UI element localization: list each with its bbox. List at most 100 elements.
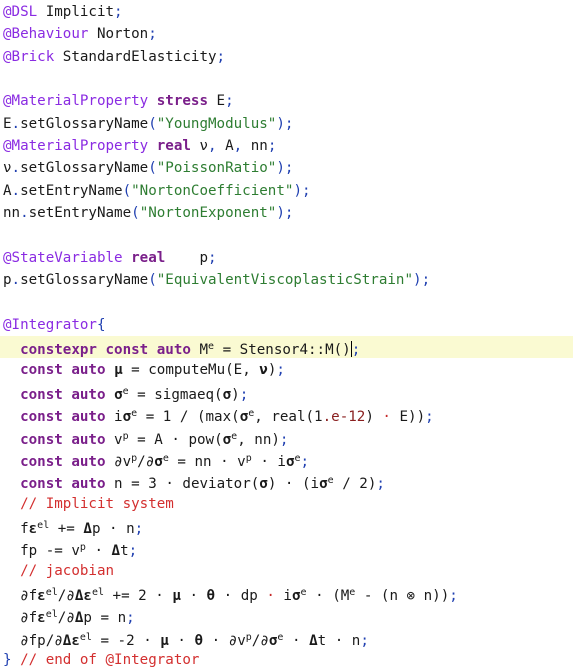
code-token: setGlossaryName xyxy=(20,115,149,132)
code-token: ) xyxy=(231,386,240,403)
code-token: ε xyxy=(28,521,38,538)
code-token: A xyxy=(3,182,12,199)
code-line[interactable]: E.setGlossaryName("YoungModulus"); xyxy=(0,113,573,135)
code-line[interactable]: const auto vp = A · pow(σe, nn); xyxy=(0,426,573,448)
code-line[interactable]: @Brick StandardElasticity; xyxy=(0,46,573,68)
code-token: Δ xyxy=(111,543,121,560)
code-token: ; xyxy=(128,543,138,560)
code-line[interactable]: const auto iσe = 1 / (max(σe, real(1.e-1… xyxy=(0,403,573,425)
code-line[interactable]: ∂fεel/∂Δεel += 2 · μ · θ · dp · iσe · (M… xyxy=(0,582,573,604)
code-token: i xyxy=(105,409,123,426)
code-line[interactable] xyxy=(0,68,573,90)
code-token: n xyxy=(117,521,135,538)
code-token: /∂ xyxy=(137,454,155,470)
code-token: pow( xyxy=(179,431,223,448)
code-token: (M xyxy=(323,588,350,605)
code-token: const auto xyxy=(20,361,106,378)
code-token: σ xyxy=(239,409,249,426)
code-line[interactable]: fp -= vp · Δt; xyxy=(0,537,573,559)
code-token: const auto xyxy=(20,409,106,426)
code-line[interactable]: const auto σe = sigmaeq(σ); xyxy=(0,381,573,403)
code-token: el xyxy=(37,520,50,532)
code-line[interactable]: p.setGlossaryName("EquivalentViscoplasti… xyxy=(0,269,573,291)
code-line[interactable]: A.setEntryName("NortonCoefficient"); xyxy=(0,180,573,202)
code-token: ε xyxy=(37,588,46,605)
code-token: σ xyxy=(319,476,328,493)
code-line[interactable]: ν.setGlossaryName("PoissonRatio"); xyxy=(0,157,573,179)
code-token: ; xyxy=(449,588,458,605)
code-token: p xyxy=(91,521,110,538)
code-token: · xyxy=(334,632,344,649)
code-line[interactable]: constexpr const auto Me = Stensor4::M(); xyxy=(0,336,573,359)
code-line[interactable]: const auto n = 3 · deviator(σ) · (iσe / … xyxy=(0,470,573,492)
code-token: · xyxy=(109,521,118,538)
code-token: n = 3 xyxy=(105,476,166,493)
code-line[interactable]: nn.setEntryName("NortonExponent"); xyxy=(0,202,573,224)
code-line[interactable] xyxy=(0,292,573,314)
code-token: · xyxy=(260,454,269,470)
code-token: ; xyxy=(134,521,144,538)
code-token: ) xyxy=(276,160,285,177)
code-line[interactable]: @Behaviour Norton; xyxy=(0,23,573,45)
code-token: E)) xyxy=(390,409,426,426)
code-token: Implicit xyxy=(37,4,115,20)
code-token: real xyxy=(131,249,166,266)
code-line[interactable] xyxy=(0,225,573,247)
code-token: real xyxy=(156,138,191,155)
code-token: E xyxy=(3,115,12,132)
code-line[interactable]: @MaterialProperty real ν, A, nn; xyxy=(0,135,573,157)
code-line[interactable]: @StateVariable real p; xyxy=(0,247,573,269)
code-token: .e-12 xyxy=(322,409,366,426)
code-token: @MaterialProperty xyxy=(3,93,157,110)
code-token: ) xyxy=(276,115,285,132)
code-token: Δ xyxy=(309,632,318,649)
code-token: ; xyxy=(148,26,157,43)
code-token: · xyxy=(223,588,233,605)
code-line[interactable]: } // end of @Integrator xyxy=(0,649,573,671)
code-line[interactable]: ∂fεel/∂Δp = n; xyxy=(0,604,573,626)
code-token: = computeMu(E, xyxy=(122,361,260,378)
code-token: const auto xyxy=(20,454,106,470)
code-token: v xyxy=(228,454,246,470)
code-line[interactable]: @DSL Implicit; xyxy=(0,1,573,23)
code-token: / 2) xyxy=(333,476,377,493)
code-line[interactable]: fεel += Δp · n; xyxy=(0,515,573,537)
code-line[interactable]: @Integrator{ xyxy=(0,314,573,336)
code-token: v xyxy=(105,431,123,448)
code-token: (i xyxy=(293,476,320,493)
code-token: A xyxy=(216,138,234,155)
code-editor[interactable]: @DSL Implicit; @Behaviour Norton; @Brick S… xyxy=(0,0,573,668)
code-token: @Brick xyxy=(3,48,55,65)
code-token: = A xyxy=(128,431,172,448)
code-line[interactable]: ∂fp/∂Δεel = -2 · μ · θ · ∂vp/∂σe · Δt · … xyxy=(0,627,573,649)
code-token: ; xyxy=(421,272,431,289)
code-token: /∂ xyxy=(57,588,75,605)
code-token: = -2 xyxy=(91,632,144,649)
code-token: @Integrator xyxy=(3,316,97,333)
code-line[interactable]: @MaterialProperty stress E; xyxy=(0,90,573,112)
code-token: ε xyxy=(37,610,46,627)
code-token: // Implicit system xyxy=(20,495,174,512)
code-token: += 2 xyxy=(104,588,156,605)
code-line[interactable]: // jacobian xyxy=(0,560,573,582)
code-token: ) xyxy=(413,272,422,289)
code-token: ; xyxy=(284,160,294,177)
code-line[interactable]: // Implicit system xyxy=(0,493,573,515)
code-line[interactable]: const auto μ = computeMu(E, ν); xyxy=(0,359,573,381)
code-token: ν xyxy=(190,138,209,155)
code-token: "NortonExponent" xyxy=(139,205,277,222)
code-token: ; xyxy=(284,115,294,132)
code-line[interactable]: const auto ∂vp/∂σe = nn · vp · iσe; xyxy=(0,448,573,470)
